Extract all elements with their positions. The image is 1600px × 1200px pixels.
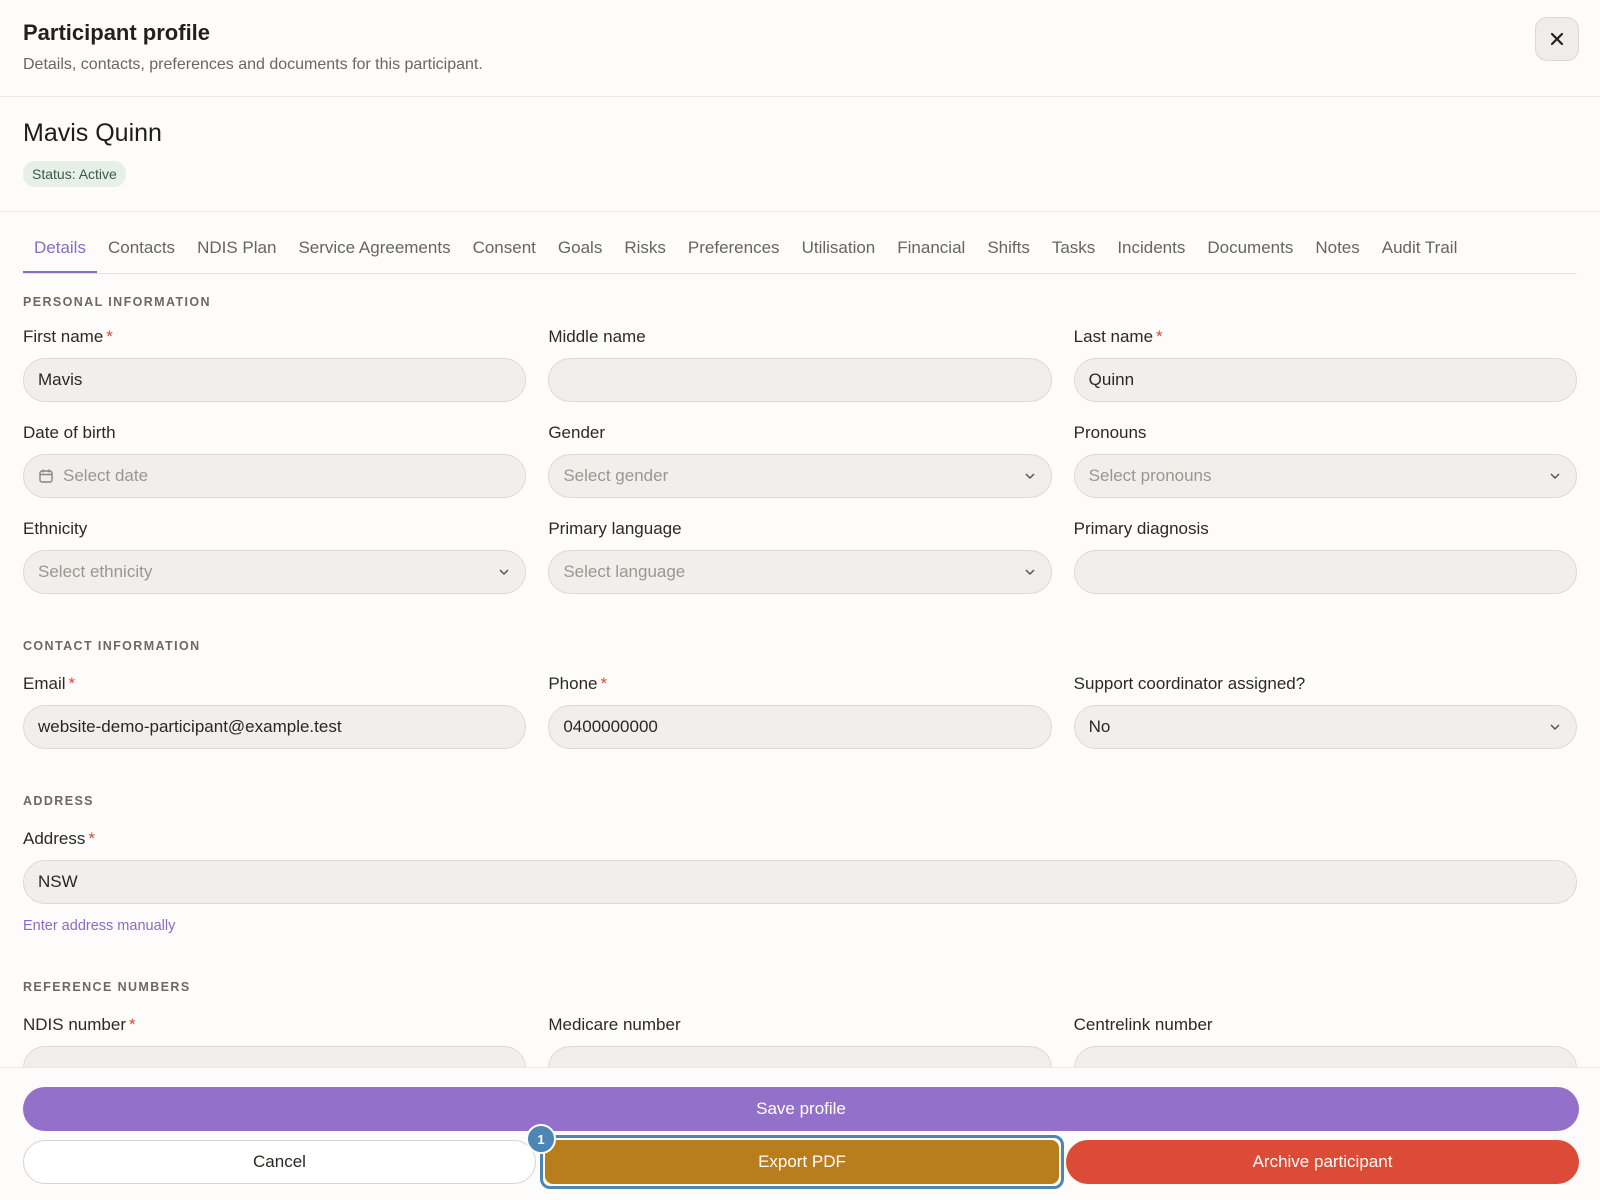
participant-summary: Mavis Quinn Status: Active: [0, 97, 1600, 212]
export-pdf-button[interactable]: Export PDF: [545, 1140, 1059, 1184]
email-field[interactable]: website-demo-participant@example.test: [23, 705, 527, 749]
tab-consent[interactable]: Consent: [462, 238, 547, 273]
middle-name-label: Middle name: [548, 327, 646, 346]
dialog-subtitle: Details, contacts, preferences and docum…: [23, 56, 483, 73]
tab-bar: Details Contacts NDIS Plan Service Agree…: [23, 212, 1577, 274]
archive-participant-button[interactable]: Archive participant: [1066, 1140, 1579, 1184]
pronouns-label: Pronouns: [1073, 423, 1147, 442]
tab-utilisation[interactable]: Utilisation: [791, 238, 887, 273]
tab-preferences[interactable]: Preferences: [677, 238, 791, 273]
last-name-label: Last name *: [1073, 327, 1163, 346]
section-personal-title: PERSONAL INFORMATION: [23, 295, 211, 309]
section-reference-title: REFERENCE NUMBERS: [23, 980, 191, 994]
tab-notes[interactable]: Notes: [1304, 238, 1370, 273]
tab-details[interactable]: Details: [23, 238, 97, 273]
cancel-button[interactable]: Cancel: [23, 1140, 536, 1184]
tab-ndis-plan[interactable]: NDIS Plan: [186, 238, 287, 273]
diagnosis-label: Primary diagnosis: [1073, 519, 1209, 538]
save-profile-button[interactable]: Save profile: [23, 1087, 1579, 1131]
status-badge: Status: Active: [23, 161, 126, 187]
dialog-header: Participant profile Details, contacts, p…: [0, 0, 1600, 97]
chevron-down-icon: [1550, 724, 1560, 731]
enter-address-manually-link[interactable]: Enter address manually: [23, 918, 1577, 934]
middle-name-input[interactable]: [548, 358, 1052, 402]
language-label: Primary language: [548, 519, 682, 538]
gender-label: Gender: [548, 423, 606, 442]
chevron-down-icon: [1025, 569, 1035, 576]
phone-label: Phone *: [548, 674, 608, 693]
close-icon: [1550, 32, 1564, 46]
step-badge: 1: [526, 1124, 556, 1154]
ndis-number-label: NDIS number *: [23, 1015, 136, 1034]
dialog-title: Participant profile: [23, 20, 211, 45]
tab-risks[interactable]: Risks: [613, 238, 677, 273]
last-name-input[interactable]: Quinn: [1073, 358, 1577, 402]
address-label: Address *: [23, 829, 95, 848]
action-footer: Save profile Cancel Export PDF 1 Archive…: [0, 1067, 1600, 1200]
chevron-down-icon: [499, 569, 509, 576]
close-button[interactable]: [1535, 17, 1579, 61]
participant-name: Mavis Quinn: [23, 119, 162, 147]
first-name-label: First name *: [23, 327, 113, 346]
tab-goals[interactable]: Goals: [547, 238, 613, 273]
form-content: PERSONAL INFORMATION First name * Mavis M…: [0, 295, 1600, 1090]
language-select[interactable]: Select language: [548, 550, 1052, 594]
chevron-down-icon: [1550, 473, 1560, 480]
diagnosis-input[interactable]: [1073, 550, 1577, 594]
medicare-number-label: Medicare number: [548, 1015, 681, 1034]
tab-audit-trail[interactable]: Audit Trail: [1371, 238, 1469, 273]
centrelink-number-label: Centrelink number: [1073, 1015, 1213, 1034]
dob-date-picker[interactable]: Select date: [23, 454, 527, 498]
tab-contacts[interactable]: Contacts: [97, 238, 186, 273]
dob-label: Date of birth: [23, 423, 116, 442]
tab-documents[interactable]: Documents: [1196, 238, 1304, 273]
first-name-input[interactable]: Mavis: [23, 358, 527, 402]
gender-select[interactable]: Select gender: [548, 454, 1052, 498]
pronouns-select[interactable]: Select pronouns: [1073, 454, 1577, 498]
phone-field[interactable]: 0400000000: [548, 705, 1052, 749]
email-label: Email *: [23, 674, 76, 693]
coordinator-label: Support coordinator assigned?: [1073, 674, 1306, 693]
coordinator-select[interactable]: No: [1073, 705, 1577, 749]
tab-incidents[interactable]: Incidents: [1106, 238, 1196, 273]
tab-tasks[interactable]: Tasks: [1041, 238, 1106, 273]
section-contact-title: CONTACT INFORMATION: [23, 639, 201, 653]
address-input[interactable]: NSW: [23, 860, 1577, 904]
calendar-icon: [39, 469, 53, 483]
chevron-down-icon: [1025, 473, 1035, 480]
tab-service-agreements[interactable]: Service Agreements: [287, 238, 461, 273]
section-address-title: ADDRESS: [23, 794, 94, 808]
tab-financial[interactable]: Financial: [886, 238, 976, 273]
ethnicity-select[interactable]: Select ethnicity: [23, 550, 527, 594]
ethnicity-label: Ethnicity: [23, 519, 88, 538]
tab-shifts[interactable]: Shifts: [976, 238, 1041, 273]
